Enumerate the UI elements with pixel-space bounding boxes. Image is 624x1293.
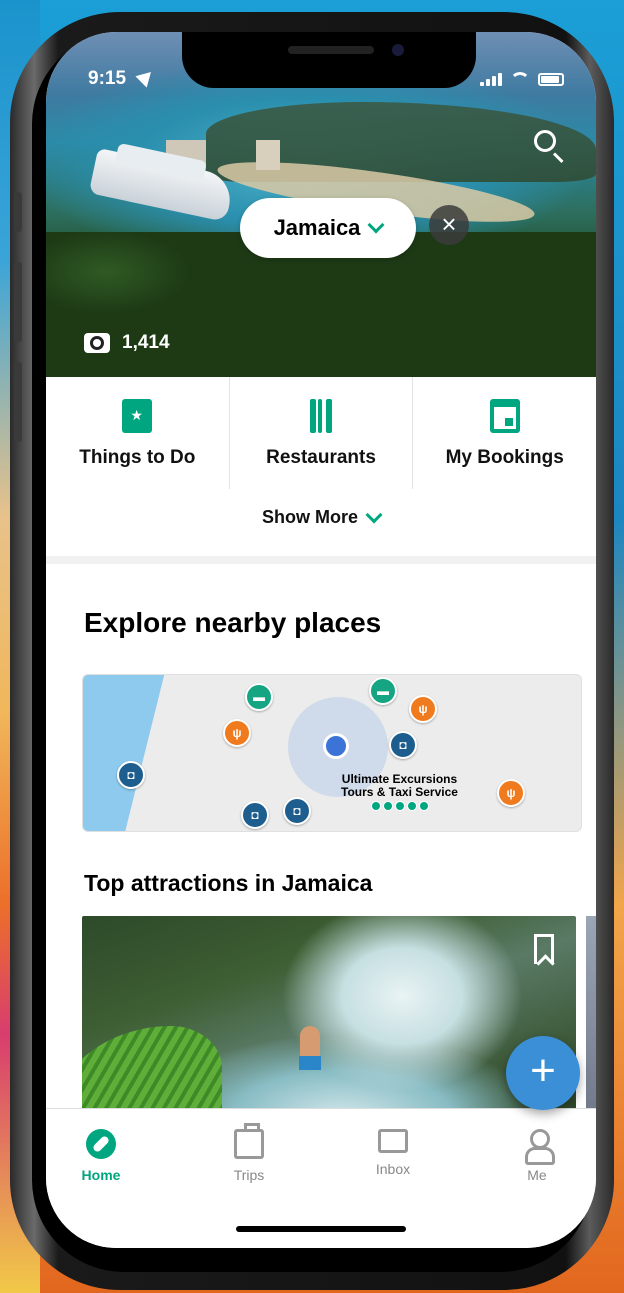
app-screen: 9:15 Jamaica × 1,414 Things to Do Restau… bbox=[46, 32, 596, 1248]
volume-down-button bbox=[14, 362, 22, 442]
tab-label: Me bbox=[527, 1167, 547, 1183]
tab-label: Inbox bbox=[375, 1161, 411, 1177]
attraction-card[interactable] bbox=[82, 916, 576, 1136]
home-indicator bbox=[236, 1226, 406, 1232]
photo-count-value: 1,414 bbox=[122, 332, 170, 353]
map-place-name[interactable]: Ultimate Excursions Tours & Taxi Service bbox=[341, 773, 458, 799]
camera-icon bbox=[84, 333, 110, 353]
volume-up-button bbox=[14, 262, 22, 342]
category-label: Restaurants bbox=[266, 447, 376, 468]
attractions-section-title: Top attractions in Jamaica bbox=[84, 870, 373, 896]
chat-icon bbox=[378, 1129, 408, 1153]
close-icon[interactable]: × bbox=[429, 205, 469, 245]
show-more-label: Show More bbox=[261, 507, 358, 527]
bookmark-icon[interactable] bbox=[534, 934, 554, 964]
swimmer-shorts bbox=[299, 1056, 321, 1070]
restaurant-pin-icon[interactable]: ψ bbox=[223, 719, 251, 747]
status-indicators bbox=[480, 72, 564, 86]
tab-home[interactable]: Home bbox=[46, 1129, 156, 1183]
explore-section-title: Explore nearby places bbox=[84, 607, 382, 638]
suitcase-icon bbox=[234, 1123, 264, 1159]
map-place-name-line2: Tours & Taxi Service bbox=[341, 785, 458, 799]
category-restaurants[interactable]: Restaurants bbox=[230, 377, 414, 489]
tab-inbox[interactable]: Inbox bbox=[338, 1129, 448, 1177]
category-my-bookings[interactable]: My Bookings bbox=[413, 377, 596, 489]
chevron-down-icon bbox=[365, 506, 383, 523]
compass-icon bbox=[86, 1129, 116, 1159]
current-location-dot bbox=[323, 733, 349, 759]
calendar-icon bbox=[489, 399, 520, 433]
mute-switch bbox=[14, 192, 22, 232]
wifi-icon bbox=[510, 72, 530, 86]
restaurant-pin-icon[interactable]: ψ bbox=[409, 695, 437, 723]
section-divider bbox=[46, 556, 596, 564]
nearby-map[interactable]: ▬ ▬ ψ ψ ◘ ◘ ◘ ◘ ψ Ultimate Excursions To… bbox=[82, 674, 582, 832]
photo-count[interactable]: 1,414 bbox=[84, 332, 170, 354]
attraction-pin-icon[interactable]: ◘ bbox=[283, 797, 311, 825]
rating-bubbles bbox=[371, 801, 429, 811]
category-label: My Bookings bbox=[445, 447, 564, 468]
search-icon[interactable] bbox=[532, 128, 568, 164]
restaurant-pin-icon[interactable]: ψ bbox=[497, 779, 525, 807]
map-water bbox=[83, 675, 165, 831]
add-button[interactable]: + bbox=[506, 1036, 580, 1110]
person-icon bbox=[522, 1129, 555, 1165]
cellular-signal-icon bbox=[480, 72, 502, 86]
attraction-pin-icon[interactable]: ◘ bbox=[389, 731, 417, 759]
attraction-card-next[interactable] bbox=[586, 916, 596, 1136]
attraction-pin-icon[interactable]: ◘ bbox=[117, 761, 145, 789]
tab-trips[interactable]: Trips bbox=[194, 1123, 304, 1183]
location-name: Jamaica bbox=[273, 215, 361, 240]
show-more-button[interactable]: Show More bbox=[46, 506, 596, 528]
tab-label: Home bbox=[81, 1167, 121, 1183]
tab-label: Trips bbox=[233, 1167, 265, 1183]
hotel-pin-icon[interactable]: ▬ bbox=[369, 677, 397, 705]
category-row: Things to Do Restaurants My Bookings bbox=[46, 377, 596, 489]
notch bbox=[182, 32, 476, 88]
attraction-pin-icon[interactable]: ◘ bbox=[241, 801, 269, 829]
fork-knife-icon bbox=[306, 399, 336, 433]
ticket-icon bbox=[122, 399, 153, 433]
hotel-pin-icon[interactable]: ▬ bbox=[245, 683, 273, 711]
tab-me[interactable]: Me bbox=[482, 1129, 592, 1183]
status-time: 9:15 bbox=[88, 68, 127, 89]
category-things-to-do[interactable]: Things to Do bbox=[46, 377, 230, 489]
location-selector[interactable]: Jamaica bbox=[240, 198, 416, 258]
chevron-down-icon bbox=[367, 216, 385, 234]
category-label: Things to Do bbox=[79, 447, 196, 468]
battery-icon bbox=[538, 72, 564, 86]
